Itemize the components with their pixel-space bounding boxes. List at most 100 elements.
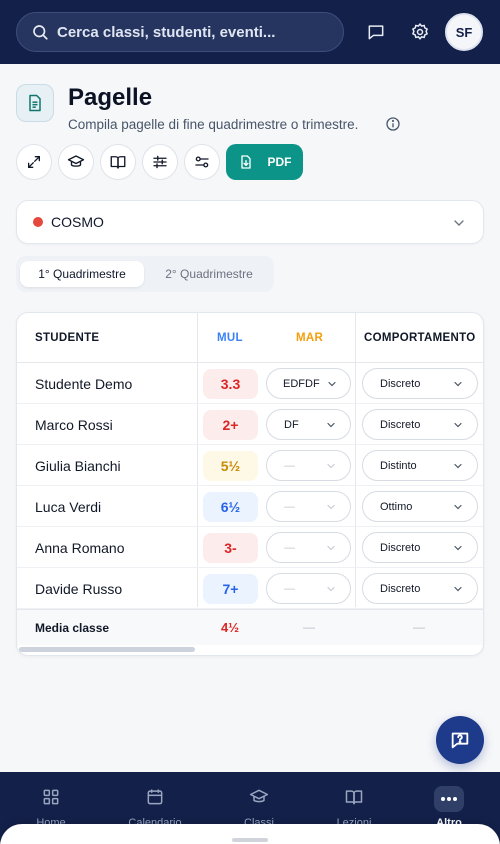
- graduation-cap-icon: [248, 786, 270, 808]
- chevron-down-icon: [454, 586, 462, 592]
- messages-icon[interactable]: [364, 20, 388, 44]
- grade-mul[interactable]: 3-: [203, 533, 258, 563]
- chevron-down-icon: [454, 504, 462, 510]
- export-pdf-button[interactable]: PDF: [226, 144, 303, 180]
- header-mar[interactable]: MAR: [296, 332, 323, 344]
- behavior-value: Distinto: [380, 459, 417, 472]
- filter-toggle-icon: [195, 156, 209, 168]
- mar-select[interactable]: —: [266, 532, 351, 563]
- behavior-select[interactable]: Discreto: [362, 532, 478, 563]
- expand-button[interactable]: [16, 144, 52, 180]
- table-row: Marco Rossi 2+ DF Discreto: [17, 404, 483, 445]
- grade-mul[interactable]: 6½: [203, 492, 258, 522]
- more-dots-icon: [434, 786, 464, 812]
- mar-value: —: [284, 582, 295, 595]
- horizontal-scrollbar[interactable]: [17, 647, 483, 653]
- book-button[interactable]: [100, 144, 136, 180]
- behavior-value: Discreto: [380, 541, 421, 554]
- table-header: STUDENTE MUL MAR COMPORTAMENTO: [17, 313, 483, 363]
- chevron-down-icon: [454, 545, 462, 551]
- bottom-sheet[interactable]: [0, 824, 500, 844]
- table-row: Luca Verdi 6½ — Ottimo: [17, 486, 483, 527]
- student-name: Anna Romano: [35, 540, 125, 556]
- class-average-mar: —: [303, 620, 315, 634]
- table-row: Davide Russo 7+ — Discreto: [17, 568, 483, 609]
- grade-mul[interactable]: 7+: [203, 574, 258, 604]
- behavior-select[interactable]: Ottimo: [362, 491, 478, 522]
- class-average-behavior: —: [413, 620, 425, 634]
- info-icon[interactable]: [385, 116, 401, 132]
- class-average-label: Media classe: [35, 621, 110, 635]
- report-card-icon: [16, 84, 54, 122]
- grade-mul[interactable]: 3.3: [203, 369, 258, 399]
- graduation-cap-icon: [67, 155, 85, 167]
- mar-value: EDFDF: [283, 377, 320, 390]
- student-name: Marco Rossi: [35, 417, 113, 433]
- class-selector[interactable]: COSMO: [16, 200, 484, 244]
- nav-lessons[interactable]: Lezioni: [314, 786, 394, 829]
- header-student: STUDENTE: [35, 332, 100, 344]
- home-grid-icon: [40, 786, 62, 808]
- mar-select[interactable]: —: [266, 450, 351, 481]
- nav-calendar[interactable]: Calendario: [115, 786, 195, 829]
- behavior-value: Discreto: [380, 582, 421, 595]
- table-row: Anna Romano 3- — Discreto: [17, 527, 483, 568]
- sliders-icon: [153, 155, 167, 169]
- term-tabs: 1° Quadrimestre 2° Quadrimestre: [16, 256, 274, 292]
- filter-button[interactable]: [184, 144, 220, 180]
- chevron-down-icon: [327, 422, 335, 428]
- nav-more[interactable]: Altro: [409, 786, 489, 829]
- grade-mul[interactable]: 2+: [203, 410, 258, 440]
- student-name: Studente Demo: [35, 376, 133, 392]
- mar-select[interactable]: EDFDF: [266, 368, 351, 399]
- mar-select[interactable]: —: [266, 491, 351, 522]
- pdf-label: PDF: [267, 155, 292, 169]
- table-row: Giulia Bianchi 5½ — Distinto: [17, 445, 483, 486]
- chevron-down-icon: [327, 545, 335, 551]
- user-avatar[interactable]: SF: [445, 13, 483, 51]
- mar-select[interactable]: —: [266, 573, 351, 604]
- behavior-select[interactable]: Discreto: [362, 368, 478, 399]
- mar-value: —: [284, 500, 295, 513]
- table-row: Studente Demo 3.3 EDFDF Discreto: [17, 363, 483, 404]
- search-placeholder: Cerca classi, studenti, eventi...: [57, 23, 276, 41]
- adjustments-button[interactable]: [142, 144, 178, 180]
- scrollbar-thumb[interactable]: [19, 647, 195, 652]
- behavior-value: Discreto: [380, 418, 421, 431]
- chevron-down-icon: [454, 381, 462, 387]
- behavior-select[interactable]: Discreto: [362, 409, 478, 440]
- mar-value: —: [284, 459, 295, 472]
- behavior-select[interactable]: Discreto: [362, 573, 478, 604]
- behavior-value: Discreto: [380, 377, 421, 390]
- class-average-row: Media classe 4½ — —: [17, 609, 483, 645]
- grade-mul[interactable]: 5½: [203, 451, 258, 481]
- mar-value: —: [284, 541, 295, 554]
- chevron-down-icon: [327, 586, 335, 592]
- student-name: Luca Verdi: [35, 499, 102, 515]
- tab-second-term[interactable]: 2° Quadrimestre: [148, 261, 270, 287]
- chevron-down-icon: [327, 504, 335, 510]
- page-subtitle: Compila pagelle di fine quadrimestre o t…: [68, 117, 359, 132]
- search-input[interactable]: Cerca classi, studenti, eventi...: [16, 12, 344, 52]
- mar-select[interactable]: DF: [266, 409, 351, 440]
- header-mul[interactable]: MUL: [217, 332, 243, 344]
- file-download-icon: [240, 155, 251, 169]
- graduation-button[interactable]: [58, 144, 94, 180]
- chevron-down-icon: [454, 422, 462, 428]
- tab-first-term[interactable]: 1° Quadrimestre: [20, 261, 144, 287]
- page-title: Pagelle: [68, 84, 153, 111]
- behavior-value: Ottimo: [380, 500, 413, 513]
- class-color-dot: [33, 217, 43, 227]
- behavior-select[interactable]: Distinto: [362, 450, 478, 481]
- header-behavior: COMPORTAMENTO: [364, 332, 476, 344]
- nav-home[interactable]: Home: [11, 786, 91, 829]
- student-name: Giulia Bianchi: [35, 458, 121, 474]
- book-open-icon: [343, 786, 365, 808]
- chevron-down-icon: [454, 463, 462, 469]
- chevron-down-icon: [327, 463, 335, 469]
- help-button[interactable]: [436, 716, 484, 764]
- sheet-drag-handle[interactable]: [232, 838, 268, 842]
- nav-classes[interactable]: Classi: [219, 786, 299, 829]
- student-name: Davide Russo: [35, 581, 123, 597]
- settings-gear-icon[interactable]: [408, 20, 432, 44]
